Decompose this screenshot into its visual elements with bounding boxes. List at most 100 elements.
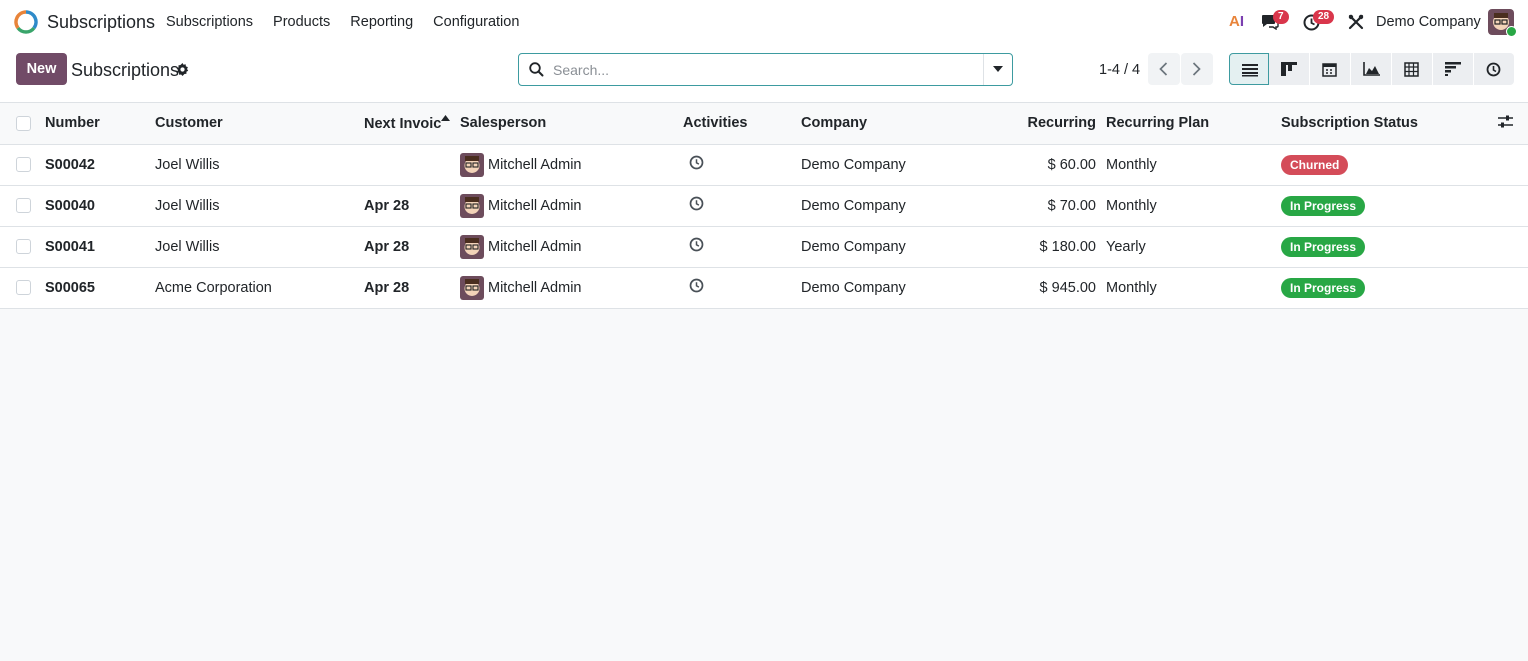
- salesperson-name: Mitchell Admin: [488, 238, 582, 255]
- list-view-button[interactable]: [1229, 53, 1269, 85]
- calendar-view-button[interactable]: [1310, 53, 1351, 85]
- cell-customer: Joel Willis: [155, 156, 220, 173]
- column-header-recurring-plan[interactable]: Recurring Plan: [1106, 103, 1281, 145]
- column-header-company[interactable]: Company: [801, 103, 1001, 145]
- cell-recurring: $ 945.00: [1039, 279, 1096, 296]
- menu-item-configuration[interactable]: Configuration: [433, 14, 519, 30]
- subscriptions-app-icon[interactable]: [14, 10, 38, 34]
- pager-next-button[interactable]: [1181, 53, 1213, 85]
- cell-activities: [683, 185, 801, 226]
- pivot-table-icon: [1404, 62, 1419, 77]
- cell-activities: [683, 226, 801, 267]
- salesperson-avatar[interactable]: [460, 152, 484, 177]
- menu-item-products[interactable]: Products: [273, 14, 330, 30]
- cell-next-invoice: [364, 144, 460, 185]
- column-header-activities[interactable]: Activities: [683, 103, 801, 145]
- cell-salesperson: Mitchell Admin: [460, 185, 683, 226]
- cell-recurring-plan: Monthly: [1106, 156, 1157, 173]
- activity-view-button[interactable]: [1474, 53, 1514, 85]
- chevron-left-icon: [1159, 62, 1168, 76]
- cell-subscription-status: In Progress: [1281, 185, 1498, 226]
- status-badge: In Progress: [1281, 236, 1366, 257]
- column-header-customer[interactable]: Customer: [155, 103, 364, 145]
- activity-clock-icon[interactable]: [689, 196, 704, 215]
- activity-clock-icon[interactable]: [689, 278, 704, 297]
- cell-customer: Joel Willis: [155, 197, 220, 214]
- app-name[interactable]: Subscriptions: [47, 12, 155, 33]
- salesperson-name: Mitchell Admin: [488, 279, 582, 296]
- cell-salesperson: Mitchell Admin: [460, 144, 683, 185]
- status-badge: In Progress: [1281, 195, 1366, 216]
- pager-value[interactable]: 1-4 / 4: [1099, 62, 1140, 78]
- search-icon: [529, 62, 544, 80]
- column-header-number[interactable]: Number: [45, 103, 155, 145]
- cell-number: S00042: [45, 156, 95, 173]
- cell-next-invoice: Apr 28: [364, 238, 410, 255]
- optional-columns-toggle[interactable]: [1498, 103, 1528, 145]
- cell-recurring-plan: Yearly: [1106, 238, 1146, 255]
- status-badge: Churned: [1281, 154, 1349, 175]
- clock-icon: [1486, 62, 1501, 77]
- row-checkbox[interactable]: [16, 198, 31, 213]
- table-row[interactable]: S00041 Joel Willis Apr 28 Mitchell Admin…: [0, 226, 1528, 267]
- status-badge: In Progress: [1281, 277, 1366, 298]
- gear-icon[interactable]: [176, 63, 189, 79]
- row-checkbox[interactable]: [16, 239, 31, 254]
- column-header-salesperson[interactable]: Salesperson: [460, 103, 683, 145]
- activity-clock-icon[interactable]: [689, 237, 704, 256]
- salesperson-avatar[interactable]: [460, 275, 484, 300]
- main-menu: Subscriptions Products Reporting Configu…: [166, 14, 539, 30]
- column-header-recurring[interactable]: Recurring: [1001, 103, 1106, 145]
- salesperson-avatar[interactable]: [460, 234, 484, 259]
- chevron-right-icon: [1192, 62, 1201, 76]
- cohort-icon: [1445, 62, 1461, 76]
- cell-recurring-plan: Monthly: [1106, 279, 1157, 296]
- cell-number: S00041: [45, 238, 95, 255]
- view-switcher: [1229, 53, 1514, 85]
- select-all-checkbox[interactable]: [16, 115, 31, 131]
- search-options-toggle[interactable]: [983, 54, 1012, 85]
- menu-item-subscriptions[interactable]: Subscriptions: [166, 14, 253, 30]
- cohort-view-button[interactable]: [1433, 53, 1474, 85]
- activity-count-badge: 28: [1313, 10, 1335, 24]
- salesperson-name: Mitchell Admin: [488, 197, 582, 214]
- cell-subscription-status: Churned: [1281, 144, 1498, 185]
- sliders-icon: [1498, 115, 1513, 128]
- page-title[interactable]: Subscriptions: [71, 60, 179, 81]
- cell-subscription-status: In Progress: [1281, 267, 1498, 308]
- graph-view-button[interactable]: [1351, 53, 1392, 85]
- kanban-view-button[interactable]: [1269, 53, 1310, 85]
- cell-activities: [683, 267, 801, 308]
- new-button[interactable]: New: [16, 53, 67, 85]
- subscriptions-list: Number Customer Next Invoic Salesperson …: [0, 103, 1528, 309]
- kanban-icon: [1281, 62, 1297, 76]
- column-header-next-invoice[interactable]: Next Invoic: [364, 103, 460, 145]
- list-icon: [1242, 64, 1258, 77]
- table-row[interactable]: S00040 Joel Willis Apr 28 Mitchell Admin…: [0, 185, 1528, 226]
- cell-customer: Joel Willis: [155, 238, 220, 255]
- cell-customer: Acme Corporation: [155, 279, 272, 296]
- column-header-subscription-status[interactable]: Subscription Status: [1281, 103, 1498, 145]
- table-row[interactable]: S00042 Joel Willis Mitchell Admin Demo C…: [0, 144, 1528, 185]
- cell-next-invoice: Apr 28: [364, 197, 410, 214]
- tools-icon[interactable]: [1348, 14, 1364, 33]
- online-status-dot: [1506, 26, 1517, 37]
- salesperson-avatar[interactable]: [460, 193, 484, 218]
- ai-icon[interactable]: AI: [1229, 13, 1244, 30]
- cell-salesperson: Mitchell Admin: [460, 226, 683, 267]
- row-checkbox[interactable]: [16, 157, 31, 172]
- cell-company: Demo Company: [801, 238, 906, 255]
- calendar-icon: [1322, 63, 1337, 77]
- activity-clock-icon[interactable]: [689, 155, 704, 174]
- company-switcher[interactable]: Demo Company: [1376, 14, 1481, 30]
- pager-previous-button[interactable]: [1148, 53, 1180, 85]
- cell-subscription-status: In Progress: [1281, 226, 1498, 267]
- search-input[interactable]: [551, 58, 975, 82]
- row-checkbox[interactable]: [16, 280, 31, 295]
- cell-next-invoice: Apr 28: [364, 279, 410, 296]
- table-row[interactable]: S00065 Acme Corporation Apr 28 Mitchell …: [0, 267, 1528, 308]
- salesperson-name: Mitchell Admin: [488, 156, 582, 173]
- menu-item-reporting[interactable]: Reporting: [350, 14, 413, 30]
- pivot-view-button[interactable]: [1392, 53, 1433, 85]
- cell-recurring: $ 70.00: [1047, 197, 1096, 214]
